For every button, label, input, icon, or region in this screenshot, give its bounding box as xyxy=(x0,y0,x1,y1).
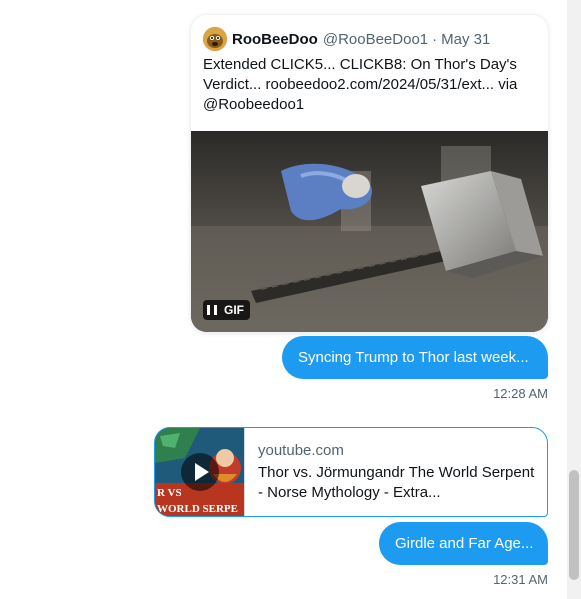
author-name[interactable]: RooBeeDoo xyxy=(232,31,318,48)
author-handle[interactable]: @RooBeeDoo1 xyxy=(323,31,428,48)
play-icon[interactable] xyxy=(181,453,219,491)
tweet-text: Extended CLICK5... CLICKB8: On Thor's Da… xyxy=(203,56,518,113)
message-bubble[interactable]: Girdle and Far Age... xyxy=(379,522,548,565)
dm-conversation: RooBeeDoo @RooBeeDoo1 · May 31 Extended … xyxy=(0,0,581,599)
gif-badge[interactable]: GIF xyxy=(203,300,250,320)
tweet-header: RooBeeDoo @RooBeeDoo1 · May 31 xyxy=(203,27,490,51)
video-thumbnail[interactable]: R VS WORLD SERPE xyxy=(155,428,245,516)
link-preview-card[interactable]: R VS WORLD SERPE youtube.com Thor vs. Jö… xyxy=(154,427,548,517)
pause-icon[interactable] xyxy=(207,305,217,315)
message-timestamp: 12:28 AM xyxy=(493,386,548,401)
scrollbar-track[interactable] xyxy=(567,0,581,599)
thumb-text-1: R VS xyxy=(157,487,182,499)
thumb-text-2: WORLD SERPE xyxy=(157,503,238,515)
tweet-gif-media[interactable]: GIF xyxy=(191,131,548,332)
link-title: Thor vs. Jörmungandr The World Serpent -… xyxy=(258,464,535,501)
quoted-tweet-card[interactable]: RooBeeDoo @RooBeeDoo1 · May 31 Extended … xyxy=(191,15,548,332)
separator-dot: · xyxy=(432,30,438,48)
message-timestamp: 12:31 AM xyxy=(493,572,548,587)
avatar[interactable] xyxy=(203,27,227,51)
link-domain: youtube.com xyxy=(258,442,344,459)
gif-label: GIF xyxy=(224,303,244,317)
scrollbar-thumb[interactable] xyxy=(569,470,579,580)
tweet-date[interactable]: May 31 xyxy=(441,31,490,48)
message-bubble[interactable]: Syncing Trump to Thor last week... xyxy=(282,336,548,379)
